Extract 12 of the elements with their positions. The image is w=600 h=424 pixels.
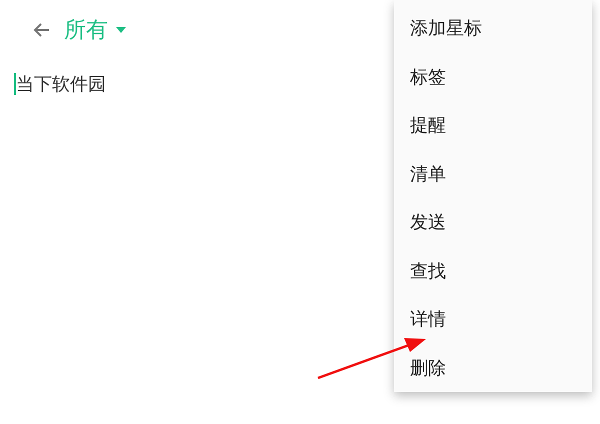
menu-item[interactable]: 详情 — [394, 296, 592, 344]
menu-item[interactable]: 提醒 — [394, 102, 592, 150]
menu-item[interactable]: 清单 — [394, 150, 592, 199]
menu-item[interactable]: 删除 — [394, 344, 592, 393]
back-arrow-icon — [32, 22, 50, 38]
menu-item[interactable]: 查找 — [394, 248, 592, 296]
caret-icon — [116, 27, 126, 33]
menu-item[interactable]: 添加星标 — [394, 5, 592, 54]
menu-item[interactable]: 标签 — [394, 54, 592, 102]
text-cursor — [14, 73, 16, 95]
menu-item[interactable]: 发送 — [394, 199, 592, 248]
note-text: 当下软件园 — [16, 73, 106, 96]
